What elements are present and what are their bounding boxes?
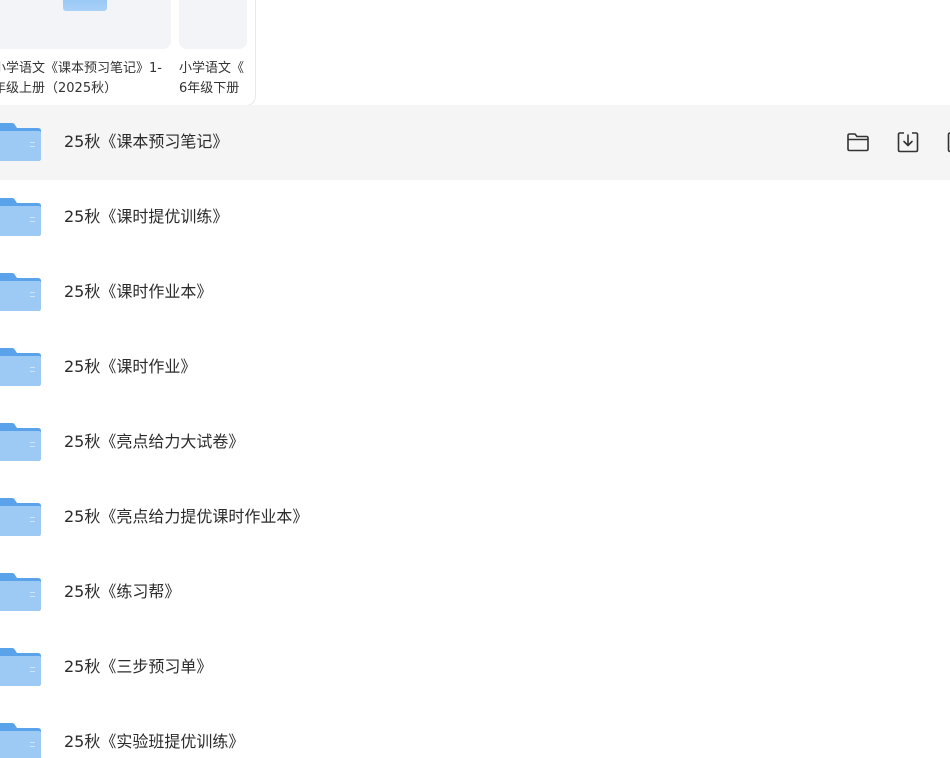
list-item[interactable]: 25秋《亮点给力提优课时作业本》	[0, 480, 950, 555]
folder-name: 25秋《练习帮》	[64, 582, 181, 601]
card-title-line: 小学语文《	[179, 61, 245, 76]
list-item[interactable]: 25秋《课时作业》	[0, 330, 950, 405]
list-item[interactable]: 25秋《课时提优训练》	[0, 180, 950, 255]
card-title-line: 6年级下册	[179, 81, 240, 96]
folder-name: 25秋《亮点给力大试卷》	[64, 432, 245, 451]
folder-list: 25秋《课本预习笔记》 25秋《课时提优训练》 25秋《课时作业本》 25秋《课…	[0, 105, 950, 758]
folder-icon	[0, 197, 42, 237]
folder-icon	[63, 0, 107, 11]
folder-name: 25秋《亮点给力提优课时作业本》	[64, 507, 309, 526]
recent-cards: 小学语文《课本预习笔记》1- 年级上册（2025秋） 小学语文《 6年级下册	[0, 0, 256, 106]
folder-open-icon[interactable]	[845, 129, 871, 155]
card-title: 小学语文《 6年级下册	[179, 59, 251, 99]
folder-icon	[0, 572, 42, 612]
row-actions	[845, 129, 950, 155]
folder-icon	[0, 647, 42, 687]
list-item[interactable]: 25秋《实验班提优训练》	[0, 705, 950, 758]
folder-name: 25秋《课时作业》	[64, 357, 197, 376]
folder-name: 25秋《课时作业本》	[64, 282, 213, 301]
folder-icon	[0, 497, 42, 537]
folder-name: 25秋《实验班提优训练》	[64, 732, 245, 751]
download-icon[interactable]	[895, 129, 921, 155]
folder-name: 25秋《三步预习单》	[64, 657, 213, 676]
card-thumbnail	[179, 0, 247, 49]
list-item[interactable]: 25秋《练习帮》	[0, 555, 950, 630]
file-browser: 小学语文《课本预习笔记》1- 年级上册（2025秋） 小学语文《 6年级下册 2…	[0, 0, 950, 758]
folder-icon	[0, 122, 42, 162]
folder-icon	[0, 347, 42, 387]
card-title: 小学语文《课本预习笔记》1- 年级上册（2025秋）	[0, 59, 175, 99]
list-item[interactable]: 25秋《三步预习单》	[0, 630, 950, 705]
list-item[interactable]: 25秋《课时作业本》	[0, 255, 950, 330]
list-item[interactable]: 25秋《亮点给力大试卷》	[0, 405, 950, 480]
folder-icon	[0, 722, 42, 758]
card-title-line: 小学语文《课本预习笔记》1-	[0, 61, 162, 76]
more-icon[interactable]	[945, 129, 950, 155]
folder-name: 25秋《课时提优训练》	[64, 207, 229, 226]
card-title-line: 年级上册（2025秋）	[0, 81, 118, 96]
folder-icon	[0, 272, 42, 312]
list-item[interactable]: 25秋《课本预习笔记》	[0, 105, 950, 180]
folder-icon	[0, 422, 42, 462]
folder-name: 25秋《课本预习笔记》	[64, 132, 229, 151]
card-thumbnail	[0, 0, 171, 49]
